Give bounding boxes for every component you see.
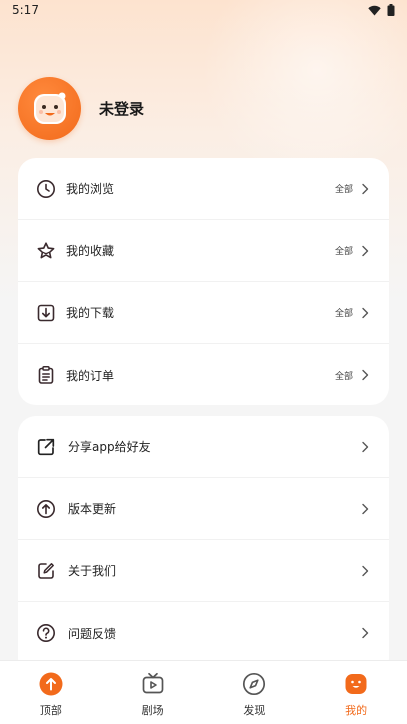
- tab-label: 发现: [243, 704, 266, 717]
- question-circle-icon: [36, 623, 56, 643]
- edit-note-icon: [36, 561, 56, 581]
- row-about-us[interactable]: 关于我们: [18, 540, 389, 602]
- chevron-right-icon: [362, 627, 369, 639]
- bottom-tab-bar: 顶部 剧场 发现 我的: [0, 660, 407, 724]
- chevron-right-icon: [362, 183, 369, 194]
- view-all-link[interactable]: 全部: [335, 306, 353, 319]
- star-icon: [36, 241, 56, 261]
- status-bar: 5:17: [0, 0, 407, 20]
- tab-label: 顶部: [39, 704, 62, 717]
- view-all-link[interactable]: 全部: [335, 369, 353, 382]
- row-label: 我的浏览: [66, 182, 115, 196]
- settings-card: 分享app给好友 版本更新 关于我们 问题反馈: [18, 416, 389, 676]
- row-browse-history[interactable]: 我的浏览 全部: [18, 158, 389, 220]
- smiley-face-icon: [344, 672, 368, 696]
- chevron-right-icon: [362, 369, 369, 381]
- tab-label: 我的: [345, 704, 368, 717]
- tv-play-icon: [141, 672, 165, 696]
- view-all-link[interactable]: 全部: [335, 182, 353, 195]
- row-orders[interactable]: 我的订单 全部: [18, 344, 389, 405]
- clipboard-icon: [36, 365, 56, 385]
- row-label: 分享app给好友: [68, 440, 151, 454]
- row-favorites[interactable]: 我的收藏 全部: [18, 220, 389, 282]
- view-all-link[interactable]: 全部: [335, 244, 353, 257]
- arrow-up-circle-icon: [39, 672, 63, 696]
- row-label: 我的收藏: [66, 244, 115, 258]
- compass-icon: [242, 672, 266, 696]
- tab-mine[interactable]: 我的: [306, 661, 407, 718]
- row-feedback[interactable]: 问题反馈: [18, 602, 389, 664]
- row-label: 我的下载: [66, 306, 115, 320]
- tab-theater[interactable]: 剧场: [102, 661, 203, 718]
- history-card: 我的浏览 全部 我的收藏 全部 我的下载 全部 我的订单 全部: [18, 158, 389, 405]
- chevron-right-icon: [362, 565, 369, 576]
- battery-icon: [387, 4, 395, 16]
- row-share-app[interactable]: 分享app给好友: [18, 416, 389, 478]
- row-label: 关于我们: [68, 564, 117, 578]
- row-label: 我的订单: [66, 368, 115, 383]
- share-external-icon: [36, 437, 56, 457]
- chevron-right-icon: [362, 503, 369, 514]
- clock-icon: [36, 179, 56, 199]
- profile-header[interactable]: 未登录: [18, 77, 144, 140]
- login-status[interactable]: 未登录: [99, 98, 144, 119]
- tab-label: 剧场: [141, 704, 164, 717]
- row-version-update[interactable]: 版本更新: [18, 478, 389, 540]
- status-icons: [368, 4, 395, 16]
- status-time: 5:17: [12, 3, 39, 17]
- chevron-right-icon: [362, 441, 369, 452]
- download-icon: [36, 303, 56, 323]
- row-label: 版本更新: [68, 502, 117, 516]
- chevron-right-icon: [362, 307, 369, 318]
- tab-top[interactable]: 顶部: [0, 661, 101, 718]
- arrow-up-circle-icon: [36, 499, 56, 519]
- row-downloads[interactable]: 我的下载 全部: [18, 282, 389, 344]
- chevron-right-icon: [362, 245, 369, 256]
- avatar[interactable]: [18, 77, 81, 140]
- mascot-face-icon: [33, 92, 66, 124]
- wifi-icon: [368, 5, 381, 15]
- tab-discover[interactable]: 发现: [204, 661, 305, 718]
- row-label: 问题反馈: [68, 626, 117, 641]
